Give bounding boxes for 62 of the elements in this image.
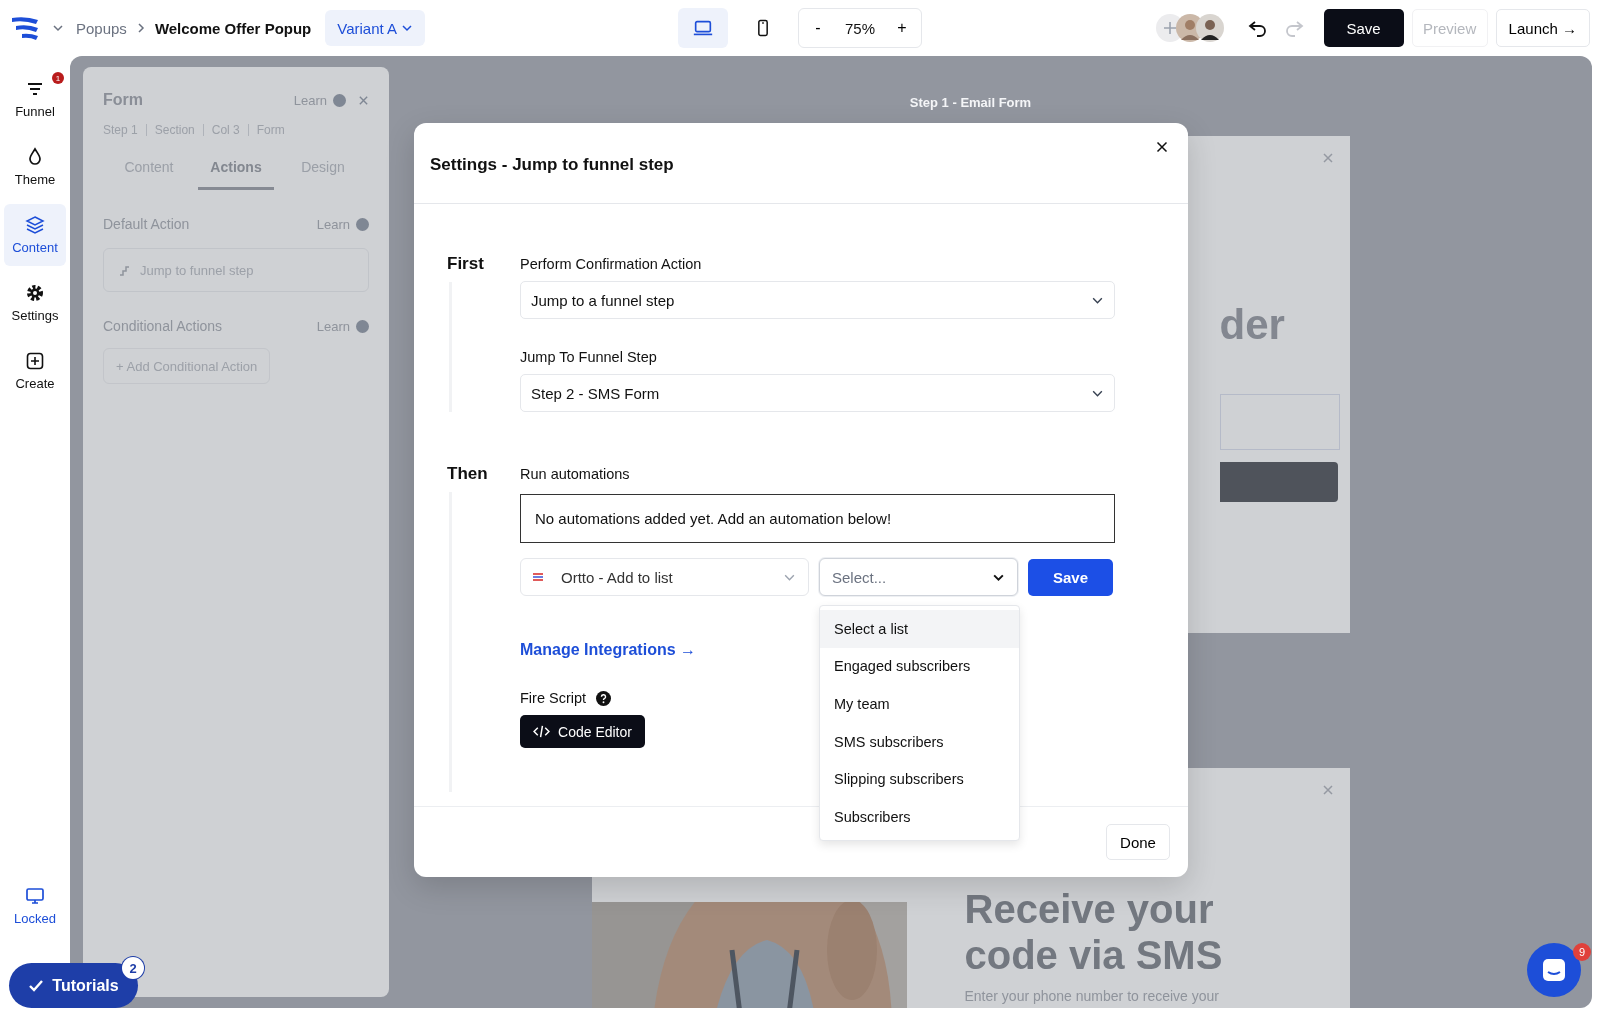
sidebar-item[interactable]: Funnel 1 <box>4 68 66 130</box>
sidebar-item[interactable]: Content <box>4 204 66 266</box>
close-icon <box>1321 784 1334 796</box>
dropdown-option[interactable]: Engaged subscribers <box>820 647 1019 686</box>
sidebar-item[interactable]: Settings <box>4 272 66 334</box>
sidebar-item[interactable]: Create <box>4 340 66 402</box>
field-label: Jump To Funnel Step <box>520 349 658 365</box>
zoom-out-button[interactable]: - <box>805 13 831 43</box>
list-select[interactable]: Select... <box>819 558 1018 596</box>
field-label: Run automations <box>520 466 631 482</box>
breadcrumb-link[interactable]: Popups <box>76 19 127 37</box>
dropdown-option[interactable]: Select a list <box>820 610 1019 648</box>
logo-icon[interactable] <box>10 15 40 41</box>
dropdown-option[interactable]: My team <box>820 685 1019 723</box>
select-field[interactable]: Jump to a funnel step <box>520 281 1115 319</box>
step-label: Step 1 - Email Form <box>909 95 1032 110</box>
select-field[interactable]: Step 2 - SMS Form <box>520 374 1115 412</box>
step-label: Then <box>447 464 489 484</box>
variant-dropdown[interactable]: Variant A <box>325 10 426 46</box>
code-editor-button[interactable]: Code Editor <box>520 715 645 748</box>
laptop-button[interactable] <box>678 8 728 48</box>
popup-text: Enter your phone number to receive your <box>964 988 1220 1004</box>
avatar <box>1195 14 1224 42</box>
steps-icon <box>118 263 132 277</box>
page-title: Welcome Offer Popup <box>154 19 312 37</box>
popup-heading: Receive your code via SMS <box>964 886 1224 978</box>
locked-button[interactable]: Locked <box>4 875 66 937</box>
close-icon <box>1321 152 1334 164</box>
empty-message: No automations added yet. Add an automation below! <box>520 494 1115 543</box>
chevron-down-icon <box>401 22 414 34</box>
section-title: Conditional Actions <box>103 318 224 334</box>
logo-icon <box>533 572 543 582</box>
integration-select[interactable]: Ortto - Add to list <box>520 558 809 596</box>
dialog-title: Settings - Jump to funnel step <box>430 155 674 175</box>
dropdown-option[interactable]: Subscribers <box>820 797 1019 836</box>
field-label: Fire Script <box>520 690 587 706</box>
launch-button[interactable]: Launch → <box>1495 9 1590 47</box>
layers-icon <box>25 215 45 235</box>
save-button[interactable]: Save <box>1323 9 1404 47</box>
monitor-icon <box>25 886 45 906</box>
step-label: First <box>447 254 485 274</box>
notification-badge: 1 <box>52 72 64 84</box>
done-button[interactable]: Done <box>1106 824 1170 860</box>
zoom-level: 75% <box>844 19 876 37</box>
help-icon[interactable] <box>596 690 612 706</box>
close-icon[interactable] <box>1156 141 1168 153</box>
dropdown-option[interactable]: SMS subscribers <box>820 722 1019 761</box>
dropdown-option[interactable]: Slipping subscribers <box>820 760 1019 798</box>
popup-heading: der <box>1219 304 1286 346</box>
chevron-down-icon[interactable] <box>52 22 64 34</box>
settings-icon <box>25 283 45 303</box>
chat-icon <box>1540 956 1568 984</box>
code-icon <box>533 725 551 738</box>
plus-square-icon <box>25 351 45 371</box>
section-title: Default Action <box>103 216 191 232</box>
sidebar-item[interactable]: Theme <box>4 136 66 198</box>
manage-integrations-link[interactable]: Manage Integrations → <box>520 641 697 659</box>
save-button[interactable]: Save <box>1028 558 1113 596</box>
count-badge: 2 <box>122 957 144 979</box>
panel-title: Form <box>103 91 144 109</box>
field-label: Perform Confirmation Action <box>520 256 703 272</box>
zoom-in-button[interactable]: + <box>889 13 915 43</box>
